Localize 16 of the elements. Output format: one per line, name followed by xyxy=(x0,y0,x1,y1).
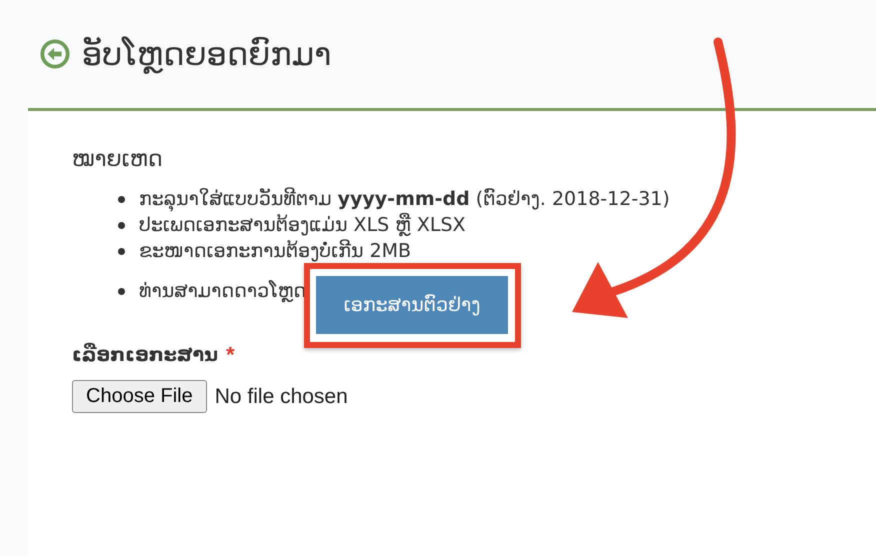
note-text: ປະເພດເອກະສານຕ້ອງແມ່ນ XLS ຫຼື XLSX xyxy=(139,214,466,236)
file-status: No file chosen xyxy=(214,384,348,408)
page-title: ອັບໂຫຼດຍອດຍົກມາ xyxy=(82,35,332,73)
back-icon[interactable] xyxy=(40,39,70,69)
bullet xyxy=(118,196,125,202)
bullet xyxy=(118,288,125,294)
note-text: ກະລຸນາໃສ່ແບບວັນທີຕາມ yyyy-mm-dd (ຕົວຢ່າງ. 2018-12-31) xyxy=(139,188,670,210)
field-label: ເລືອກເອກະສານ xyxy=(72,344,218,366)
bullet xyxy=(118,222,125,228)
bullet xyxy=(118,248,125,254)
note-text: ທ່ານສາມາດດາວໂຫຼດ xyxy=(139,280,306,302)
notes-heading: ໝາຍເຫດ xyxy=(72,147,164,172)
sample-file-button[interactable]: ເອກະສານຕົວຢ່າງ xyxy=(316,276,508,334)
required-mark: * xyxy=(226,342,235,368)
choose-file-button[interactable]: Choose File xyxy=(72,380,207,413)
note-text: ຂະໜາດເອກະການຕ້ອງບໍ່ເກີນ 2MB xyxy=(139,240,412,262)
